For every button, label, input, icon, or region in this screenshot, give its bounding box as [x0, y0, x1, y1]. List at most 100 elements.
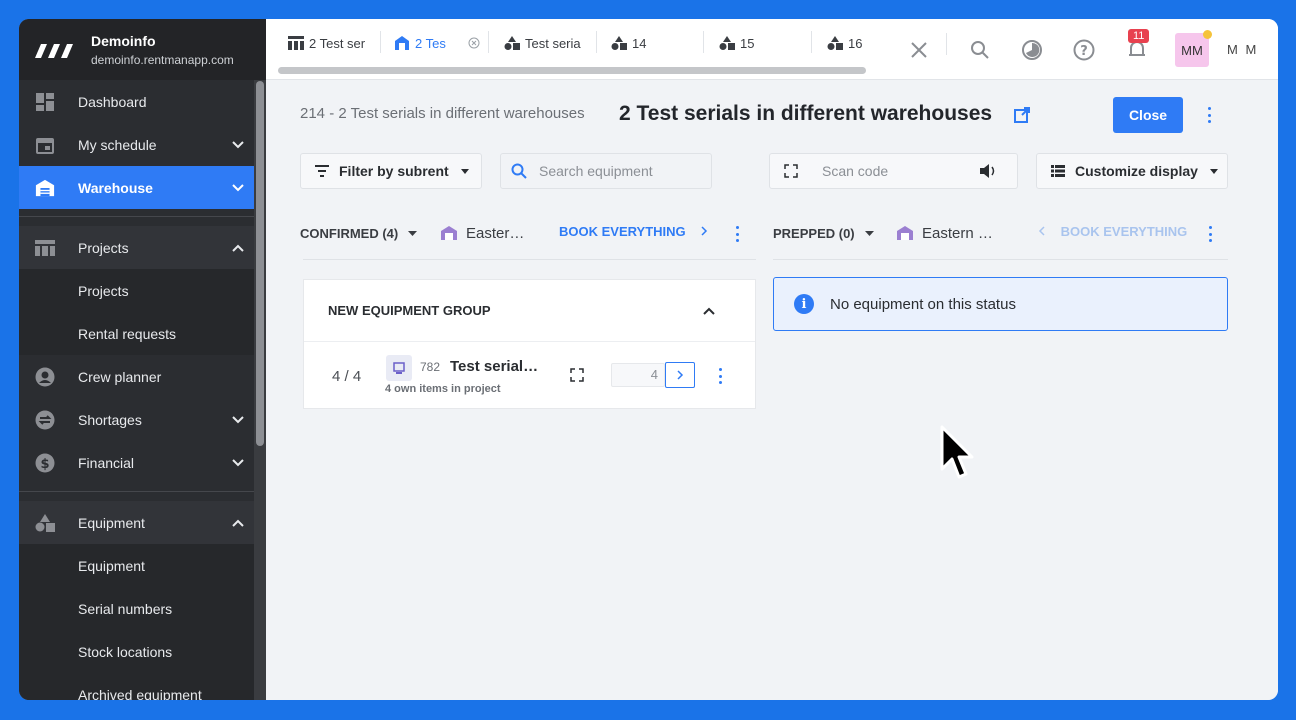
- help-icon[interactable]: ?: [1072, 38, 1096, 62]
- group-header[interactable]: NEW EQUIPMENT GROUP: [304, 280, 755, 342]
- search-icon[interactable]: [968, 38, 992, 62]
- book-everything-label: BOOK EVERYTHING: [559, 224, 686, 239]
- tab-separator: [946, 33, 947, 55]
- avatar[interactable]: MM: [1175, 30, 1212, 67]
- close-button[interactable]: Close: [1113, 97, 1183, 133]
- calendar-icon: [35, 135, 55, 155]
- sidebar-item-equipment[interactable]: Equipment: [19, 501, 266, 544]
- equipment-icon: [827, 36, 843, 50]
- status-label: CONFIRMED (4): [300, 225, 399, 241]
- external-link-icon[interactable]: [1013, 106, 1031, 124]
- prepped-status-dropdown[interactable]: PREPPED (0): [773, 223, 874, 243]
- tab-bar: 2 Test ser 2 Tes Test seria 14 15 16 ? 1…: [266, 19, 1278, 80]
- sidebar-item-financial[interactable]: $ Financial: [19, 441, 266, 484]
- app-window: Demoinfo demoinfo.rentmanapp.com Dashboa…: [19, 19, 1278, 700]
- tab-equipment-16[interactable]: 16: [827, 33, 862, 53]
- sidebar-subitem-stock-locations[interactable]: Stock locations: [19, 630, 266, 673]
- tab-project[interactable]: 2 Test ser: [288, 33, 365, 53]
- row-menu-icon[interactable]: [718, 368, 722, 384]
- account-domain: demoinfo.rentmanapp.com: [91, 52, 234, 67]
- sidebar-subitem-projects[interactable]: Projects: [19, 269, 266, 312]
- list-icon: [1051, 165, 1065, 177]
- sidebar-item-my-schedule[interactable]: My schedule: [19, 123, 266, 166]
- dollar-icon: $: [35, 453, 55, 473]
- warehouse-icon: [897, 226, 913, 240]
- filter-icon: [315, 165, 329, 177]
- tab-equipment-14[interactable]: 14: [611, 33, 646, 53]
- filter-label: Filter by subrent: [339, 163, 449, 179]
- projects-icon: [288, 36, 304, 50]
- scan-icon[interactable]: [570, 368, 584, 382]
- sidebar-item-label: Projects: [78, 239, 129, 256]
- shortages-icon: [35, 410, 55, 430]
- sidebar-divider: [19, 491, 266, 492]
- tab-separator: [596, 31, 597, 53]
- equipment-icon: [719, 36, 735, 50]
- tab-separator: [811, 31, 812, 53]
- breadcrumb[interactable]: 214 - 2 Test serials in different wareho…: [300, 105, 585, 122]
- tab-equipment-15[interactable]: 15: [719, 33, 754, 53]
- close-tab-icon[interactable]: [468, 37, 480, 49]
- warehouse-name: Eastern …: [922, 224, 993, 242]
- caret-down-icon: [864, 230, 874, 236]
- warehouse-name: Easter…: [466, 224, 525, 242]
- user-name[interactable]: M M: [1227, 42, 1258, 57]
- tab-label: 16: [848, 35, 863, 51]
- equipment-group-card: NEW EQUIPMENT GROUP 4 / 4 782 Test seria…: [303, 279, 756, 409]
- confirmed-menu-icon[interactable]: [735, 226, 739, 242]
- prepped-menu-icon[interactable]: [1208, 226, 1212, 242]
- tab-separator: [380, 31, 381, 53]
- customize-display-dropdown[interactable]: Customize display: [1036, 153, 1228, 189]
- dashboard-icon: [35, 92, 55, 112]
- sidebar-item-label: Dashboard: [78, 93, 147, 110]
- account-name: Demoinfo: [91, 32, 156, 49]
- warehouse-selector-left[interactable]: Easter…: [440, 223, 524, 243]
- sidebar-item-projects[interactable]: Projects: [19, 226, 266, 269]
- search-equipment-input[interactable]: Search equipment: [500, 153, 712, 189]
- brand-header[interactable]: Demoinfo demoinfo.rentmanapp.com: [19, 19, 266, 80]
- volume-icon[interactable]: [979, 163, 997, 179]
- sidebar-item-warehouse[interactable]: Warehouse: [19, 166, 266, 209]
- equipment-icon: [35, 513, 55, 533]
- search-icon: [511, 163, 527, 179]
- empty-status-message: i No equipment on this status: [773, 277, 1228, 331]
- sidebar-item-dashboard[interactable]: Dashboard: [19, 80, 266, 123]
- svg-text:?: ?: [1080, 44, 1088, 59]
- move-to-next-status-button[interactable]: [665, 362, 695, 388]
- confirmed-status-dropdown[interactable]: CONFIRMED (4): [300, 223, 418, 243]
- projects-icon: [35, 238, 55, 258]
- quantity-input[interactable]: 4: [611, 363, 665, 387]
- quantity-count: 4 / 4: [332, 368, 362, 385]
- page-menu-icon[interactable]: [1207, 107, 1211, 123]
- chevron-up-icon[interactable]: [703, 307, 715, 315]
- page-title: 2 Test serials in different warehouses: [619, 102, 993, 125]
- sidebar-item-crew-planner[interactable]: Crew planner: [19, 355, 266, 398]
- sidebar-subitem-rental-requests[interactable]: Rental requests: [19, 312, 266, 355]
- notification-badge: 11: [1128, 29, 1150, 43]
- sidebar-item-label: Shortages: [78, 411, 142, 428]
- sidebar-subitem-archived-equipment[interactable]: Archived equipment: [19, 673, 266, 700]
- book-everything-button[interactable]: BOOK EVERYTHING: [559, 224, 708, 239]
- warehouse-selector-right[interactable]: Eastern …: [896, 223, 993, 243]
- tab-warehouse[interactable]: 2 Tes: [394, 33, 480, 53]
- equipment-image-icon: [393, 362, 405, 374]
- scan-code-input[interactable]: Scan code: [769, 153, 1018, 189]
- svg-text:$: $: [40, 457, 49, 472]
- mouse-cursor-icon: [940, 425, 974, 479]
- equipment-row[interactable]: 4 / 4 782 Test serial… 4 own items in pr…: [304, 342, 755, 409]
- chevron-right-icon: [701, 226, 708, 236]
- sidebar-scrollbar[interactable]: [256, 81, 264, 446]
- tab-separator: [703, 31, 704, 53]
- book-everything-back-button[interactable]: BOOK EVERYTHING: [1038, 224, 1187, 239]
- equipment-name[interactable]: Test serial…: [450, 358, 538, 375]
- sidebar-subitem-serial-numbers[interactable]: Serial numbers: [19, 587, 266, 630]
- tab-equipment-serial[interactable]: Test seria: [504, 33, 581, 53]
- scan-icon: [784, 164, 798, 178]
- sidebar-subitem-equipment[interactable]: Equipment: [19, 544, 266, 587]
- filter-subrent-dropdown[interactable]: Filter by subrent: [300, 153, 482, 189]
- sidebar-item-shortages[interactable]: Shortages: [19, 398, 266, 441]
- tab-scrollbar[interactable]: [278, 67, 866, 74]
- close-all-tabs-icon[interactable]: [907, 38, 931, 62]
- sidebar-item-label: My schedule: [78, 136, 157, 153]
- timer-icon[interactable]: [1020, 38, 1044, 62]
